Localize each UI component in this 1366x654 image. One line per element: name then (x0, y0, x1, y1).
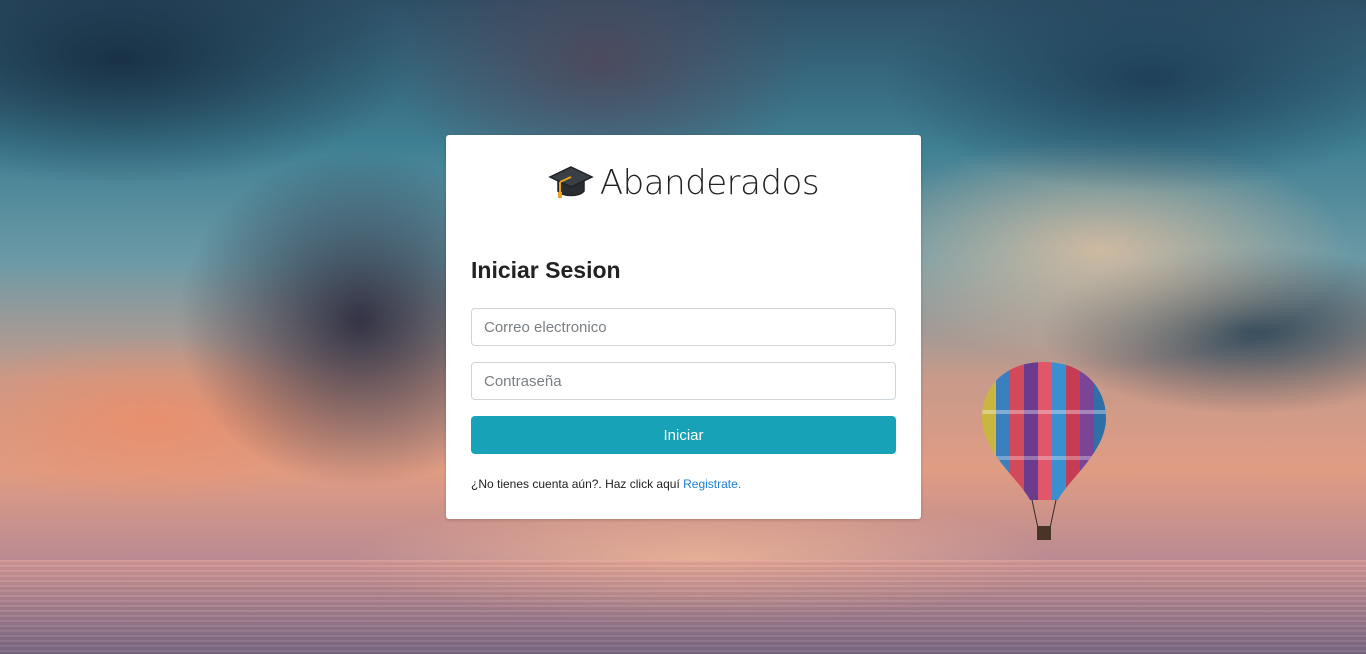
login-heading: Iniciar Sesion (471, 257, 621, 283)
water-reflection (0, 560, 1366, 654)
register-prompt: ¿No tienes cuenta aún?. Haz click aquí R… (471, 477, 741, 491)
hot-air-balloon-image (982, 362, 1106, 540)
password-field[interactable] (471, 362, 896, 400)
login-card: Abanderados Iniciar Sesion Iniciar ¿No t… (446, 135, 921, 519)
brand-name: Abanderados (599, 163, 820, 203)
brand-header: Abanderados (446, 163, 921, 203)
graduation-cap-icon (548, 166, 594, 198)
register-link[interactable]: Registrate. (683, 477, 741, 491)
register-prompt-text: ¿No tienes cuenta aún?. Haz click aquí (471, 477, 684, 491)
login-button[interactable]: Iniciar (471, 416, 896, 454)
email-field[interactable] (471, 308, 896, 346)
